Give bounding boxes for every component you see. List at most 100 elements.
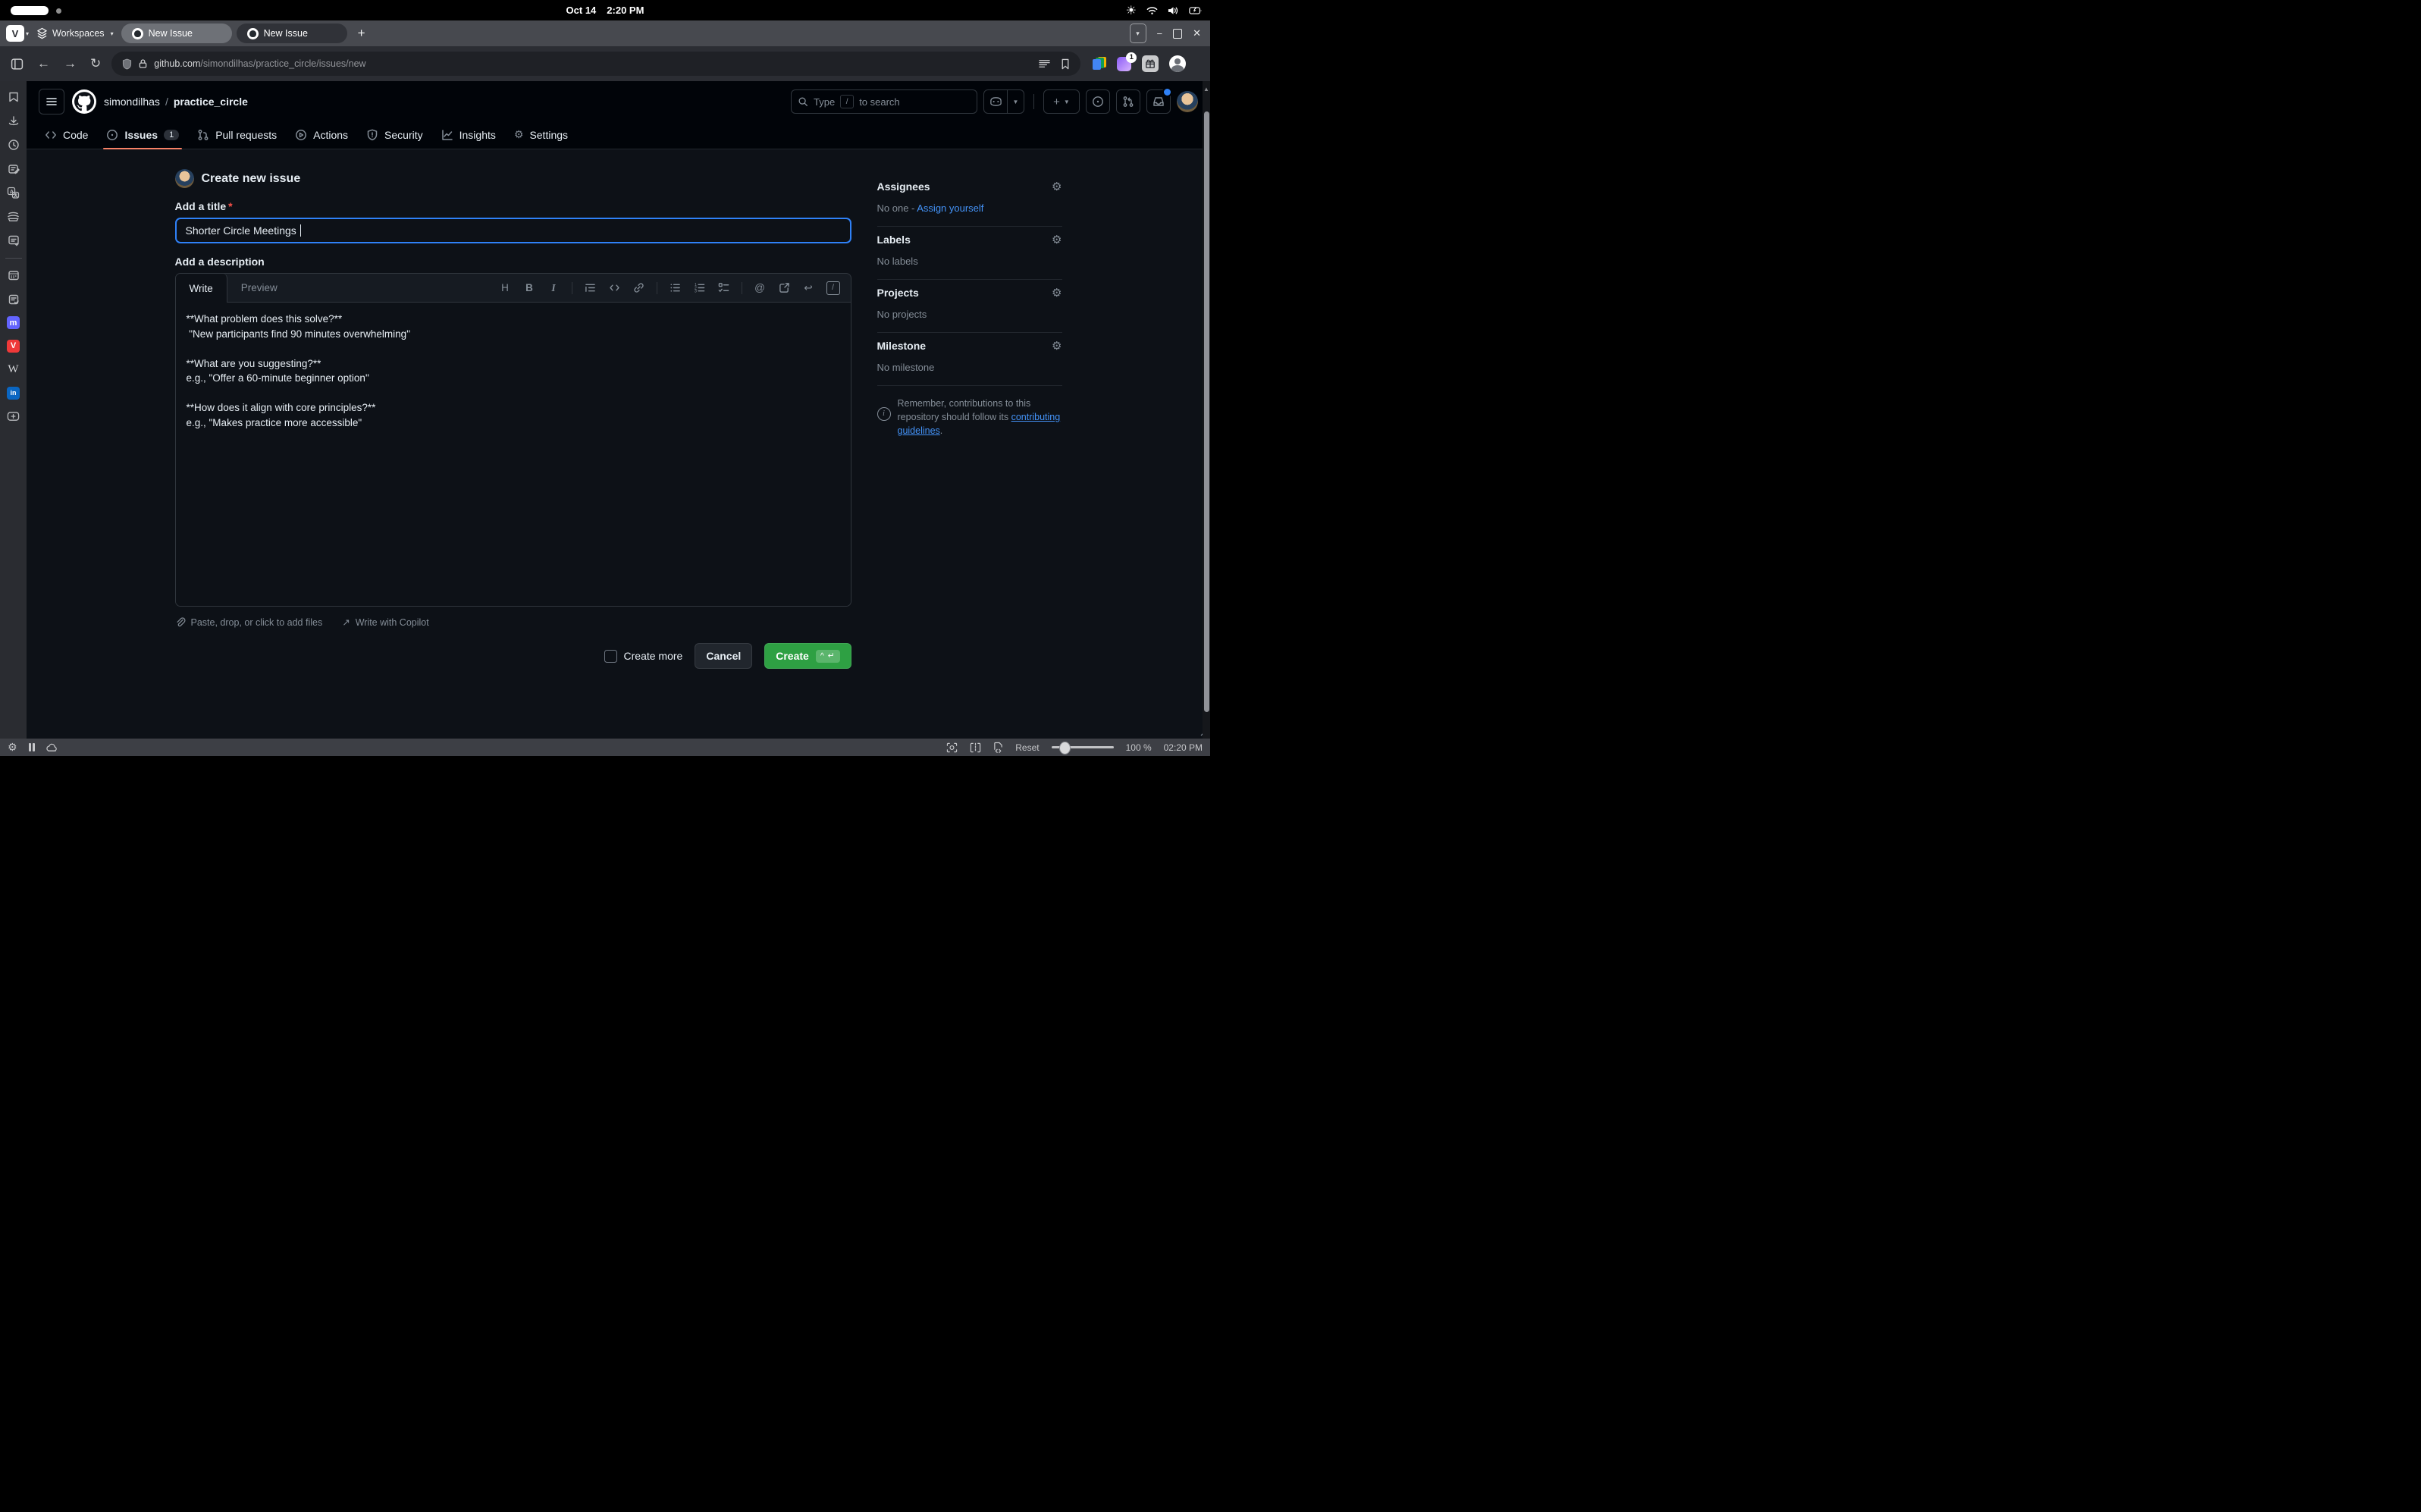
write-with-copilot-button[interactable]: ↗ Write with Copilot xyxy=(342,616,429,628)
tab-preview[interactable]: Preview xyxy=(227,274,291,302)
quote-icon[interactable] xyxy=(584,281,597,294)
copilot-dropdown[interactable]: ▼ xyxy=(1008,90,1024,113)
notes-panel-icon[interactable] xyxy=(7,162,20,176)
shield-icon[interactable] xyxy=(122,58,132,70)
github-page: simondilhas / practice_circle Type / to … xyxy=(27,81,1210,739)
new-tab-button[interactable]: + xyxy=(352,26,372,41)
docs-extension-icon[interactable] xyxy=(1093,57,1106,71)
cancel-button[interactable]: Cancel xyxy=(695,643,752,669)
mastodon-panel-icon[interactable]: m xyxy=(7,316,20,329)
issue-title-input[interactable] xyxy=(175,218,851,243)
bold-icon[interactable]: B xyxy=(523,281,536,294)
translate-panel-icon[interactable]: A xyxy=(7,186,20,199)
capture-page-icon[interactable] xyxy=(946,742,958,753)
search-input[interactable]: Type / to search xyxy=(791,89,977,114)
window-close-button[interactable]: ✕ xyxy=(1193,27,1201,39)
browser-tab-2-active[interactable]: New Issue xyxy=(237,24,347,43)
issue-body-textarea[interactable]: **What problem does this solve?** "New p… xyxy=(176,303,851,606)
window-minimize-button[interactable]: − xyxy=(1157,28,1163,39)
wifi-icon[interactable] xyxy=(1146,6,1158,15)
add-panel-icon[interactable] xyxy=(7,409,20,423)
brightness-icon[interactable]: ☀ xyxy=(1126,3,1137,18)
pull-requests-header-button[interactable] xyxy=(1116,89,1140,114)
sessions-panel-icon[interactable] xyxy=(7,210,20,224)
tab-insights[interactable]: Insights xyxy=(434,123,503,149)
saved-replies-icon[interactable]: ↩ xyxy=(802,281,815,294)
tab-write[interactable]: Write xyxy=(176,274,227,303)
downloads-panel-icon[interactable] xyxy=(7,114,20,128)
window-restore-button[interactable] xyxy=(1173,29,1182,39)
gear-icon[interactable]: ⚙ xyxy=(1052,339,1062,353)
create-button[interactable]: Create ^ ↵ xyxy=(764,643,851,669)
link-icon[interactable] xyxy=(632,281,645,294)
battery-icon[interactable] xyxy=(1189,6,1203,15)
tab-settings[interactable]: ⚙Settings xyxy=(506,122,575,149)
tab-dropdown-button[interactable]: ▾ xyxy=(1130,24,1146,43)
issues-header-button[interactable] xyxy=(1086,89,1110,114)
browser-tab-1[interactable]: New Issue xyxy=(121,24,232,43)
panel-toggle-icon[interactable] xyxy=(8,58,27,71)
tiling-icon[interactable] xyxy=(970,742,981,753)
tab-pull-requests[interactable]: Pull requests xyxy=(190,123,284,149)
workspaces-button[interactable]: Workspaces ▾ xyxy=(33,27,117,39)
reading-list-panel-icon[interactable] xyxy=(7,234,20,247)
forward-icon[interactable]: → xyxy=(61,56,80,71)
reader-view-icon[interactable] xyxy=(1039,59,1050,68)
attach-files-button[interactable]: Paste, drop, or click to add files xyxy=(175,616,323,628)
back-icon[interactable]: ← xyxy=(34,56,53,71)
gear-icon[interactable]: ⚙ xyxy=(1052,233,1062,246)
linkedin-panel-icon[interactable]: in xyxy=(7,387,20,400)
create-shortcut-kbd: ^ ↵ xyxy=(816,650,840,663)
create-new-button[interactable]: +▼ xyxy=(1043,89,1080,114)
reload-icon[interactable]: ↻ xyxy=(87,56,104,71)
unordered-list-icon[interactable] xyxy=(669,281,682,294)
tab-security[interactable]: Security xyxy=(359,123,431,149)
zoom-slider-knob[interactable] xyxy=(1059,742,1071,754)
vivaldi-menu-button[interactable]: V ▾ xyxy=(6,25,29,42)
zoom-reset-button[interactable]: Reset xyxy=(1015,742,1039,753)
github-avatar[interactable] xyxy=(1177,91,1198,112)
task-list-icon[interactable] xyxy=(717,281,730,294)
hamburger-menu-button[interactable] xyxy=(39,89,64,114)
gift-icon[interactable] xyxy=(1142,55,1159,72)
vivaldi-panel-icon[interactable]: V xyxy=(7,340,20,353)
statusbar-clock: 02:20 PM xyxy=(1164,742,1203,753)
tab-issues[interactable]: Issues1 xyxy=(99,123,187,149)
italic-icon[interactable]: I xyxy=(547,281,560,294)
breadcrumb-owner[interactable]: simondilhas xyxy=(104,96,160,108)
bookmark-icon[interactable] xyxy=(1061,58,1070,70)
code-icon[interactable] xyxy=(608,281,621,294)
bookmarks-panel-icon[interactable] xyxy=(7,90,20,104)
gear-icon[interactable]: ⚙ xyxy=(1052,286,1062,300)
scroll-up-arrow[interactable]: ▲ xyxy=(1203,86,1209,93)
gear-icon[interactable]: ⚙ xyxy=(1052,180,1062,193)
volume-icon[interactable] xyxy=(1168,6,1179,15)
create-more-option[interactable]: Create more xyxy=(604,650,683,663)
wikipedia-panel-icon[interactable]: W xyxy=(7,362,20,376)
github-logo-icon[interactable] xyxy=(72,89,96,114)
url-bar[interactable]: github.com/simondilhas/practice_circle/i… xyxy=(111,52,1080,76)
heading-icon[interactable]: H xyxy=(499,281,512,294)
slash-commands-icon[interactable]: / xyxy=(826,281,840,295)
sync-cloud-icon[interactable] xyxy=(46,743,58,752)
tasks-panel-icon[interactable] xyxy=(7,293,20,306)
browser-profile-avatar[interactable] xyxy=(1169,55,1186,72)
extension-icon[interactable]: 1 xyxy=(1117,57,1131,71)
copilot-button[interactable]: ▼ xyxy=(983,89,1024,114)
mention-icon[interactable]: @ xyxy=(754,281,767,294)
page-actions-icon[interactable] xyxy=(993,742,1003,753)
calendar-panel-icon[interactable] xyxy=(7,268,20,282)
history-panel-icon[interactable] xyxy=(7,138,20,152)
ordered-list-icon[interactable]: 123 xyxy=(693,281,706,294)
tab-actions[interactable]: Actions xyxy=(287,123,356,149)
pause-animations-icon[interactable] xyxy=(29,743,36,751)
settings-gear-icon[interactable]: ⚙ xyxy=(8,741,17,754)
zoom-slider[interactable] xyxy=(1052,746,1114,749)
assign-yourself-link[interactable]: Assign yourself xyxy=(917,202,983,214)
scrollbar[interactable]: ▲ xyxy=(1203,81,1210,739)
create-more-checkbox[interactable] xyxy=(604,650,617,663)
scrollbar-thumb[interactable] xyxy=(1204,111,1209,712)
tab-code[interactable]: Code xyxy=(37,123,96,149)
breadcrumb-repo[interactable]: practice_circle xyxy=(174,96,248,108)
cross-reference-icon[interactable] xyxy=(778,281,791,294)
